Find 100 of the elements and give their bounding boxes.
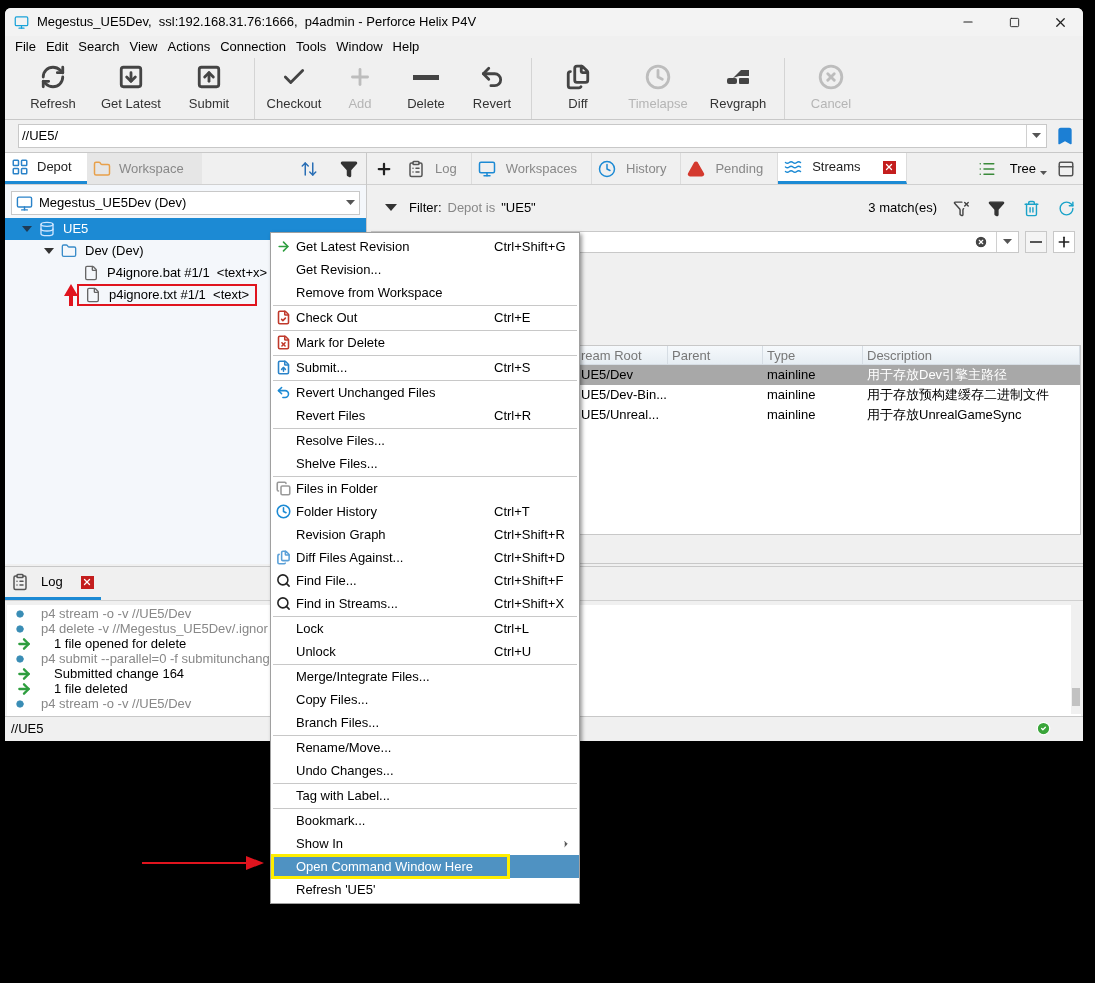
scrollbar[interactable] [1071, 605, 1081, 714]
log-line: p4 submit --parallel=0 -f submitunchang [41, 650, 270, 668]
file-x-icon [276, 335, 291, 350]
app-icon [14, 14, 29, 30]
menu-item[interactable]: Submit... Ctrl+S [271, 356, 579, 379]
menu-item[interactable]: Bookmark... [271, 809, 579, 832]
menu-item[interactable]: Search [73, 36, 125, 58]
close-tab-icon[interactable] [80, 575, 94, 589]
clear-icon[interactable] [974, 235, 988, 249]
maximize-icon [1008, 16, 1020, 28]
tree-row[interactable]: UE5 [5, 218, 366, 240]
arrow-icon [16, 680, 32, 697]
menu-item[interactable]: Get Revision... [271, 258, 579, 281]
log-icon [407, 159, 425, 178]
expander-icon[interactable] [44, 246, 54, 256]
toolbar-button[interactable]: Submit [170, 58, 248, 119]
column-header[interactable]: Parent [668, 346, 763, 364]
tree-item[interactable]: UE5 [39, 218, 95, 240]
remove-button[interactable] [1025, 231, 1047, 253]
filter-label: Filter: [409, 199, 442, 218]
column-header[interactable]: Type [763, 346, 863, 364]
menu-item[interactable]: Tools [290, 36, 332, 58]
toolbar-button[interactable]: Revgraph [698, 58, 778, 119]
folder-icon [61, 243, 77, 259]
menu-item[interactable]: Lock Ctrl+L [271, 617, 579, 640]
log-icon [11, 573, 29, 591]
menu-item[interactable]: Unlock Ctrl+U [271, 640, 579, 663]
menu-item[interactable]: Refresh 'UE5' [271, 878, 579, 901]
clock-icon [645, 64, 671, 91]
caret-icon[interactable] [1003, 239, 1012, 245]
menu-item[interactable]: Connection [215, 36, 291, 58]
menu-item[interactable]: Copy Files... [271, 688, 579, 711]
upload-icon [196, 64, 222, 91]
workspace-dropdown[interactable]: Megestus_UE5Dev (Dev) [11, 191, 360, 215]
menu-item[interactable]: Help [387, 36, 425, 58]
caret-icon [346, 200, 355, 206]
tab[interactable]: Streams [778, 153, 907, 184]
menu-item[interactable]: Tag with Label... [271, 784, 579, 807]
status-path: //UE5 [11, 719, 44, 738]
menu-item[interactable]: Show In [271, 832, 579, 855]
dot-icon [16, 609, 24, 618]
annotation-arrow [64, 284, 78, 306]
caret-icon[interactable] [1032, 133, 1041, 139]
menu-item[interactable]: Find File... Ctrl+Shift+F [271, 569, 579, 592]
menu-item[interactable]: Edit [40, 36, 74, 58]
file-icon [85, 287, 101, 303]
dot-icon [16, 624, 24, 633]
tree-item[interactable]: Dev (Dev) [61, 240, 150, 262]
download-icon [118, 64, 144, 91]
menu-item[interactable]: File [10, 36, 41, 58]
menu-item[interactable]: Shelve Files... [271, 452, 579, 475]
clear-filter-icon[interactable] [953, 199, 970, 217]
menu-item[interactable]: Check Out Ctrl+E [271, 306, 579, 329]
toolbar-button[interactable]: Delete [393, 58, 459, 119]
menu-item[interactable]: Find in Streams... Ctrl+Shift+X [271, 592, 579, 615]
menu-item[interactable]: Actions [162, 36, 216, 58]
tab[interactable]: Depot [5, 153, 87, 184]
view-mode-selector[interactable]: Tree [1009, 158, 1036, 179]
arrow-icon [16, 665, 32, 682]
menu-item[interactable]: Resolve Files... [271, 429, 579, 452]
tree-item[interactable]: p4ignore.txt #1/1 <text> [77, 284, 258, 306]
monitor-icon [477, 159, 496, 178]
sort-icon[interactable] [300, 159, 318, 178]
toolbar-button[interactable]: Refresh [14, 58, 92, 119]
tree-item[interactable]: P4ignore.bat #1/1 <text+x> [83, 262, 274, 284]
toolbar-button[interactable]: Get Latest [92, 58, 170, 119]
table-cell-text: UE5/Unreal... [581, 406, 660, 425]
menu-item[interactable]: Revert Files Ctrl+R [271, 404, 579, 427]
refresh-icon [40, 64, 66, 91]
menu-item[interactable]: Undo Changes... [271, 759, 579, 782]
menu-item[interactable]: Rename/Move... [271, 736, 579, 759]
bookmark-icon[interactable] [1055, 126, 1075, 146]
path-field[interactable]: //UE5/ [18, 124, 1047, 148]
add-button[interactable] [1053, 231, 1075, 253]
panel-icon[interactable] [1057, 159, 1075, 178]
toolbar-button[interactable]: Checkout [261, 58, 327, 119]
menu-item[interactable]: Files in Folder [271, 477, 579, 500]
menu-item[interactable]: Branch Files... [271, 711, 579, 734]
menu-item[interactable]: Window [331, 36, 388, 58]
menu-item[interactable]: Merge/Integrate Files... [271, 665, 579, 688]
collapse-icon[interactable] [385, 204, 397, 212]
table-cell-text: 用于存放UnrealGameSync [867, 406, 1022, 425]
menu-item[interactable]: Diff Files Against... Ctrl+Shift+D [271, 546, 579, 569]
close-tab-icon[interactable] [882, 160, 896, 174]
filter-icon[interactable] [340, 159, 358, 178]
toolbar-button[interactable]: Revert [459, 58, 525, 119]
menu-item[interactable]: Revision Graph Ctrl+Shift+R [271, 523, 579, 546]
toolbar-button[interactable]: Diff [538, 58, 618, 119]
dot-icon [16, 654, 24, 663]
triangle-icon [687, 159, 706, 178]
filter-icon[interactable] [988, 199, 1005, 217]
menu-item[interactable]: View [124, 36, 163, 58]
refresh-icon[interactable] [1058, 199, 1075, 217]
monitor-icon [16, 194, 33, 212]
menu-item[interactable]: Remove from Workspace [271, 281, 579, 304]
table-cell-text: UE5/Dev [581, 366, 634, 385]
menu-item[interactable]: Folder History Ctrl+T [271, 500, 579, 523]
clock-icon [276, 504, 291, 519]
menu-item[interactable]: Mark for Delete [271, 331, 579, 354]
column-header[interactable]: Description [863, 346, 1080, 364]
